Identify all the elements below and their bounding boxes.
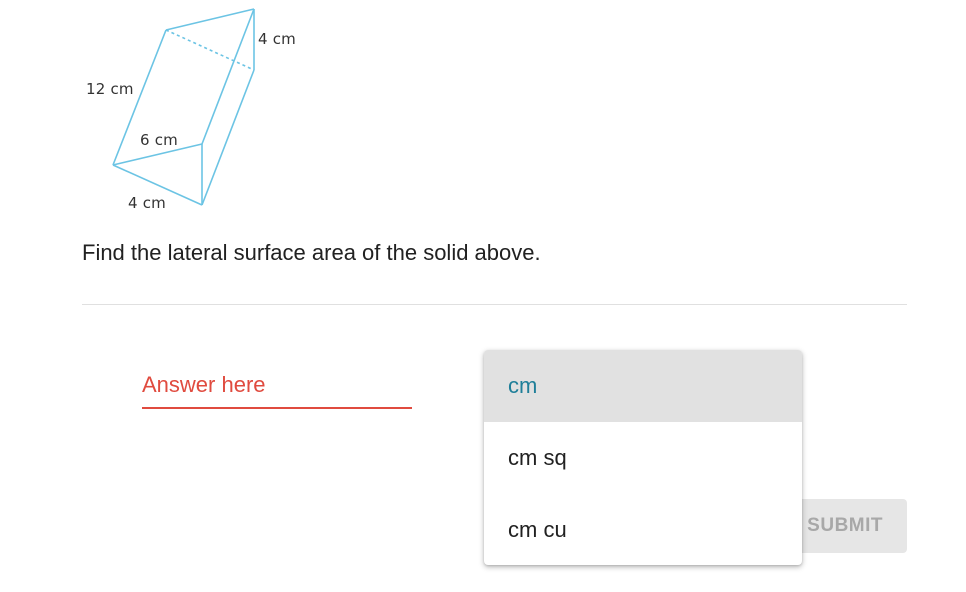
dimension-label-top: 4 cm bbox=[258, 30, 296, 48]
dimension-label-middle: 6 cm bbox=[140, 131, 178, 149]
dimension-label-bottom: 4 cm bbox=[128, 194, 166, 212]
prism-edge bbox=[201, 69, 255, 206]
answer-input[interactable] bbox=[142, 364, 412, 406]
prism-edge bbox=[165, 8, 255, 31]
answer-underline bbox=[142, 407, 412, 409]
unit-option-cm[interactable]: cm bbox=[484, 350, 802, 422]
prism-edge bbox=[201, 8, 255, 145]
prism-figure: 4 cm 12 cm 6 cm 4 cm bbox=[80, 0, 320, 220]
unit-dropdown-menu[interactable]: cm cm sq cm cu bbox=[484, 350, 802, 565]
answer-field[interactable] bbox=[142, 364, 412, 410]
dimension-label-left: 12 cm bbox=[86, 80, 134, 98]
hidden-edge bbox=[165, 29, 255, 71]
unit-option-cm-cu[interactable]: cm cu bbox=[484, 494, 802, 565]
divider bbox=[82, 304, 907, 305]
unit-option-cm-sq[interactable]: cm sq bbox=[484, 422, 802, 494]
question-text: Find the lateral surface area of the sol… bbox=[82, 240, 541, 265]
